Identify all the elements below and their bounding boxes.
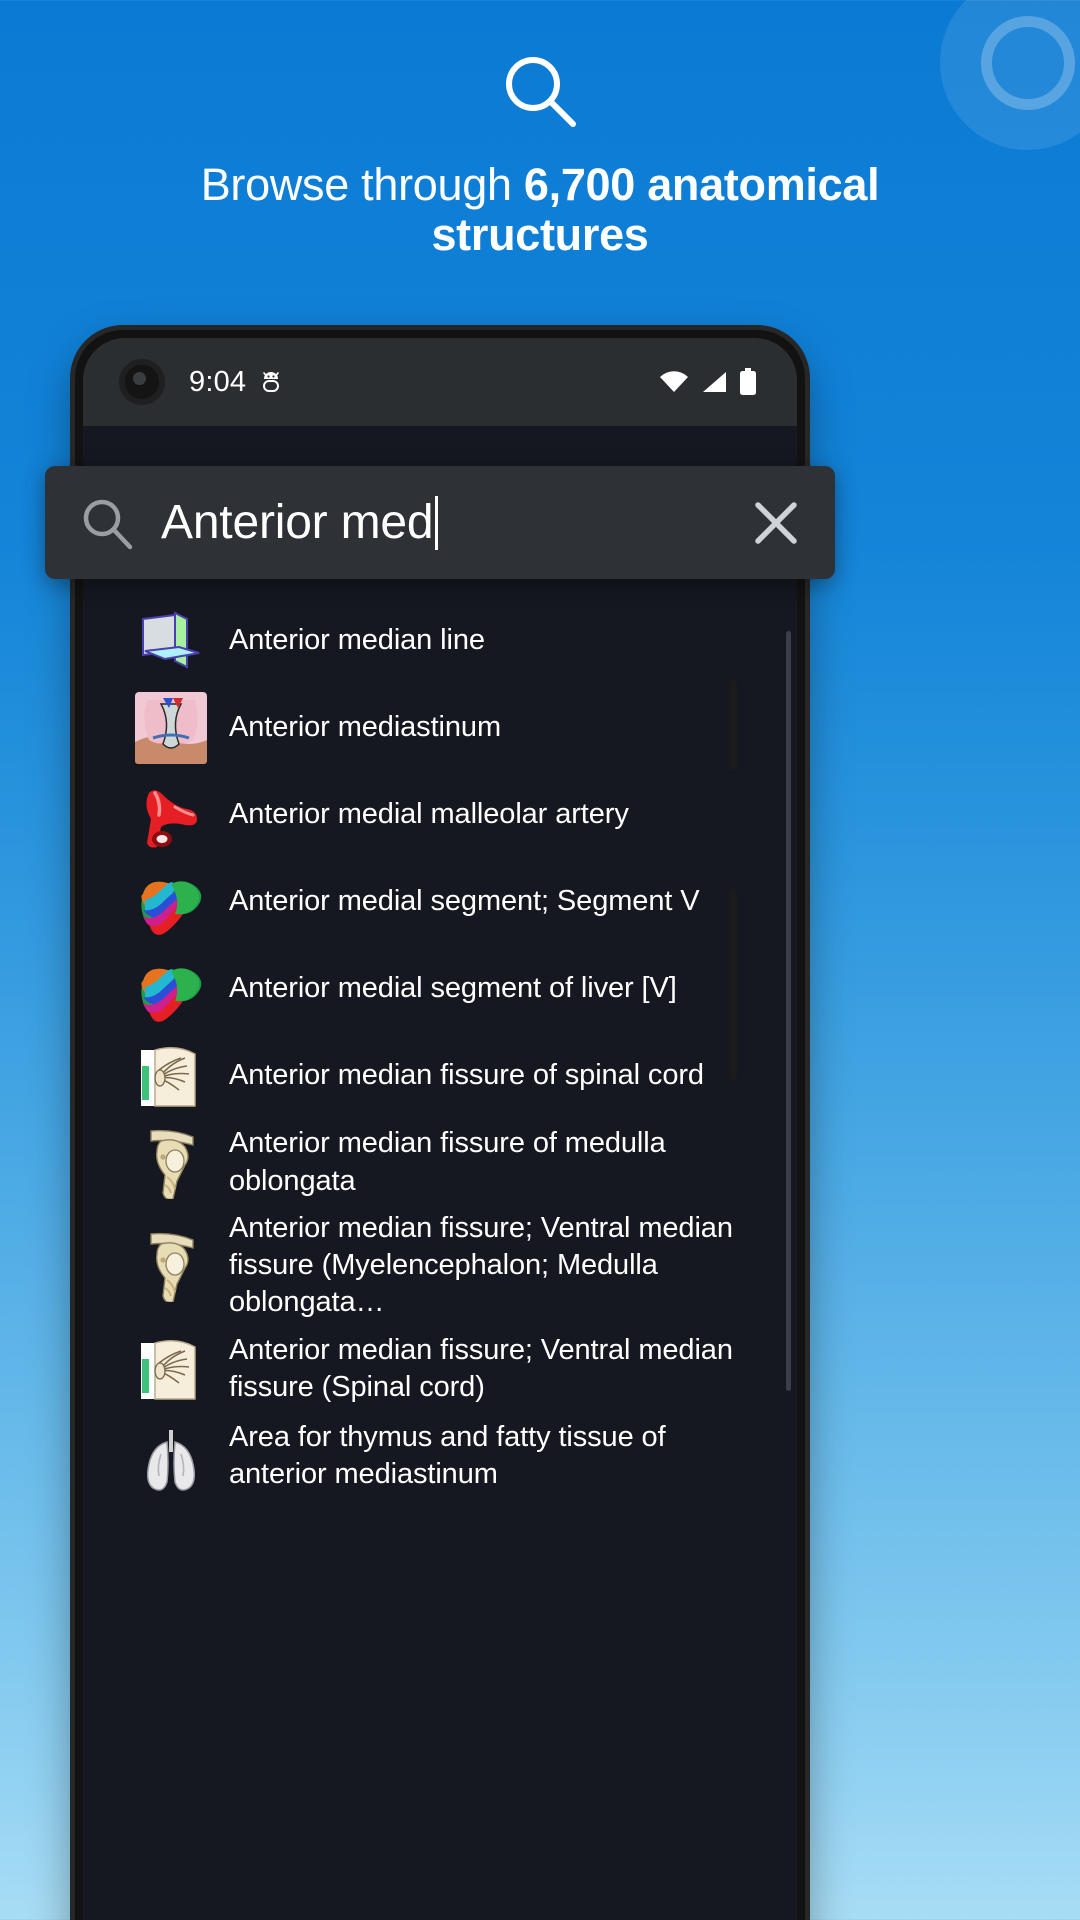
liver-thumbnail <box>135 952 207 1025</box>
list-item[interactable]: Anterior medial segment; Segment V <box>83 858 797 945</box>
list-item-label: Anterior medial segment; Segment V <box>229 884 700 917</box>
search-icon <box>83 499 133 549</box>
android-bug-icon <box>263 372 280 392</box>
list-item[interactable]: Anterior median fissure of spinal cord <box>83 1032 797 1119</box>
list-item-label: Anterior median fissure; Ventral median … <box>229 1212 733 1319</box>
liver-thumbnail <box>135 865 207 938</box>
list-item-label: Anterior median fissure of spinal cord <box>229 1058 704 1091</box>
search-results-panel[interactable]: ANATOMICAL PARTS Anterior median line <box>83 426 797 1920</box>
list-item[interactable]: Anterior median fissure; Ventral median … <box>83 1325 797 1412</box>
phone-power-button <box>729 890 737 1080</box>
hero-headline: Browse through 6,700 anatomical structur… <box>0 159 1080 261</box>
status-bar-indicators <box>659 368 757 396</box>
planes-thumbnail <box>135 604 207 677</box>
list-item-label: Anterior median fissure of medulla oblon… <box>229 1127 666 1197</box>
hero-headline-plain: Browse through <box>200 159 524 210</box>
mediastinum-thumbnail <box>135 691 207 764</box>
hero-section: Browse through 6,700 anatomical structur… <box>0 52 1080 261</box>
list-item-label: Anterior medial segment of liver [V] <box>229 971 677 1004</box>
list-item-label: Anterior medial malleolar artery <box>229 797 629 830</box>
cellular-signal-icon <box>703 372 726 392</box>
search-input[interactable]: Anterior med <box>161 495 733 550</box>
brainstem-thumbnail <box>135 1126 207 1199</box>
list-item[interactable]: Anterior median line <box>83 597 797 684</box>
brainstem-thumbnail <box>135 1229 207 1302</box>
list-item[interactable]: Anterior mediastinum <box>83 684 797 771</box>
search-input-value: Anterior med <box>161 496 434 549</box>
list-item-label: Anterior median line <box>229 623 485 656</box>
close-icon[interactable] <box>747 494 805 552</box>
list-item-label: Anterior mediastinum <box>229 710 501 743</box>
search-results-list[interactable]: Anterior median line Anterior mediastinu… <box>83 597 797 1499</box>
phone-volume-button <box>729 680 737 770</box>
list-item[interactable]: Anterior medial segment of liver [V] <box>83 945 797 1032</box>
wifi-icon <box>660 371 688 392</box>
search-icon <box>506 57 576 127</box>
battery-icon <box>740 368 756 395</box>
spinal-cord-thumbnail <box>135 1332 207 1405</box>
status-bar-time: 9:04 <box>189 365 247 398</box>
list-item-label: Anterior median fissure; Ventral median … <box>229 1333 733 1403</box>
list-item[interactable]: Anterior median fissure; Ventral median … <box>83 1206 797 1325</box>
spinal-cord-thumbnail <box>135 1039 207 1112</box>
search-bar[interactable]: Anterior med <box>45 466 835 579</box>
text-cursor <box>435 495 439 550</box>
scrollbar[interactable] <box>786 631 791 1391</box>
front-camera-icon <box>119 359 165 405</box>
artery-thumbnail <box>135 778 207 851</box>
list-item[interactable]: Area for thymus and fatty tissue of ante… <box>83 1412 797 1499</box>
lungs-thumbnail <box>135 1419 207 1492</box>
list-item-label: Area for thymus and fatty tissue of ante… <box>229 1420 666 1490</box>
list-item[interactable]: Anterior median fissure of medulla oblon… <box>83 1119 797 1206</box>
list-item[interactable]: Anterior medial malleolar artery <box>83 771 797 858</box>
status-bar: 9:04 <box>83 338 797 426</box>
